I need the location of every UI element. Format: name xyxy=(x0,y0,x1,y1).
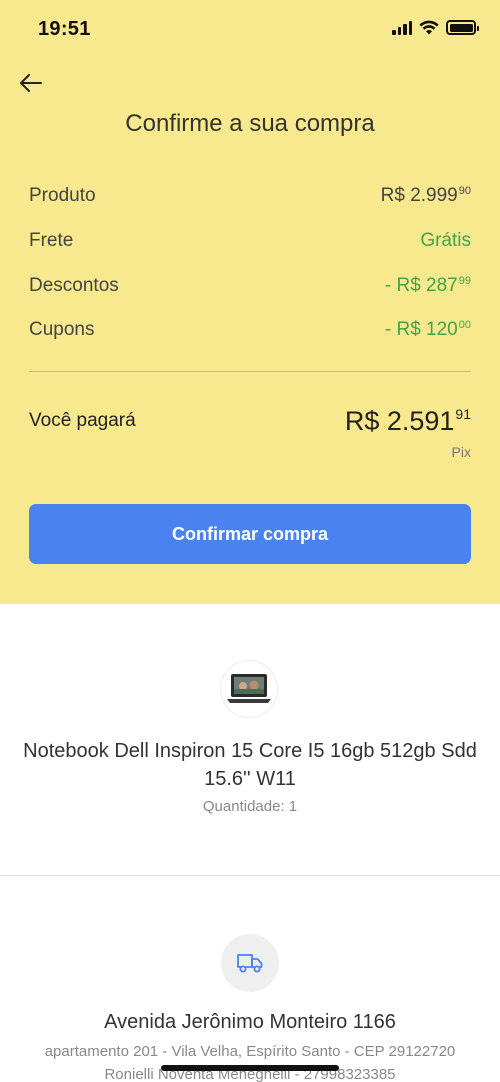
total-label: Você pagará xyxy=(29,410,136,431)
summary-divider xyxy=(29,371,471,372)
back-button[interactable] xyxy=(14,66,48,100)
summary-row-product: Produto R$ 2.99990 xyxy=(29,185,471,207)
status-bar: 19:51 xyxy=(0,0,500,60)
cellular-signal-icon xyxy=(392,20,412,35)
row-value: - R$ 12000 xyxy=(384,319,471,340)
page-title: Confirme a sua compra xyxy=(125,110,375,137)
row-value: - R$ 28799 xyxy=(384,275,471,296)
product-thumbnail[interactable] xyxy=(220,660,278,718)
battery-icon xyxy=(446,20,479,35)
summary-row-coupons: Cupons - R$ 12000 xyxy=(29,319,471,341)
row-label: Frete xyxy=(29,230,74,251)
laptop-icon xyxy=(227,674,271,703)
product-name: Notebook Dell Inspiron 15 Core I5 16gb 5… xyxy=(23,740,477,790)
confirm-purchase-button[interactable]: Confirmar compra xyxy=(29,504,471,564)
address-details: apartamento 201 - Vila Velha, Espírito S… xyxy=(44,1043,456,1060)
row-value: Grátis xyxy=(420,230,471,251)
row-label: Cupons xyxy=(29,319,95,340)
truck-icon xyxy=(237,954,263,973)
wifi-icon xyxy=(419,20,439,35)
summary-row-shipping: Frete Grátis xyxy=(29,230,471,252)
summary-row-discounts: Descontos - R$ 28799 xyxy=(29,275,471,297)
product-quantity: Quantidade: 1 xyxy=(202,798,298,815)
status-time: 19:51 xyxy=(38,18,91,40)
row-label: Descontos xyxy=(29,275,119,296)
row-value: R$ 2.99990 xyxy=(380,185,471,206)
row-label: Produto xyxy=(29,185,96,206)
payment-method: Pix xyxy=(451,444,471,460)
shipping-icon-container xyxy=(221,934,279,992)
section-divider xyxy=(0,875,500,876)
arrow-left-icon xyxy=(20,74,42,92)
total-value: R$ 2.59191 xyxy=(344,406,471,436)
home-indicator[interactable] xyxy=(161,1065,339,1071)
status-icons xyxy=(392,20,479,35)
address-street: Avenida Jerônimo Monteiro 1166 xyxy=(104,1011,396,1033)
